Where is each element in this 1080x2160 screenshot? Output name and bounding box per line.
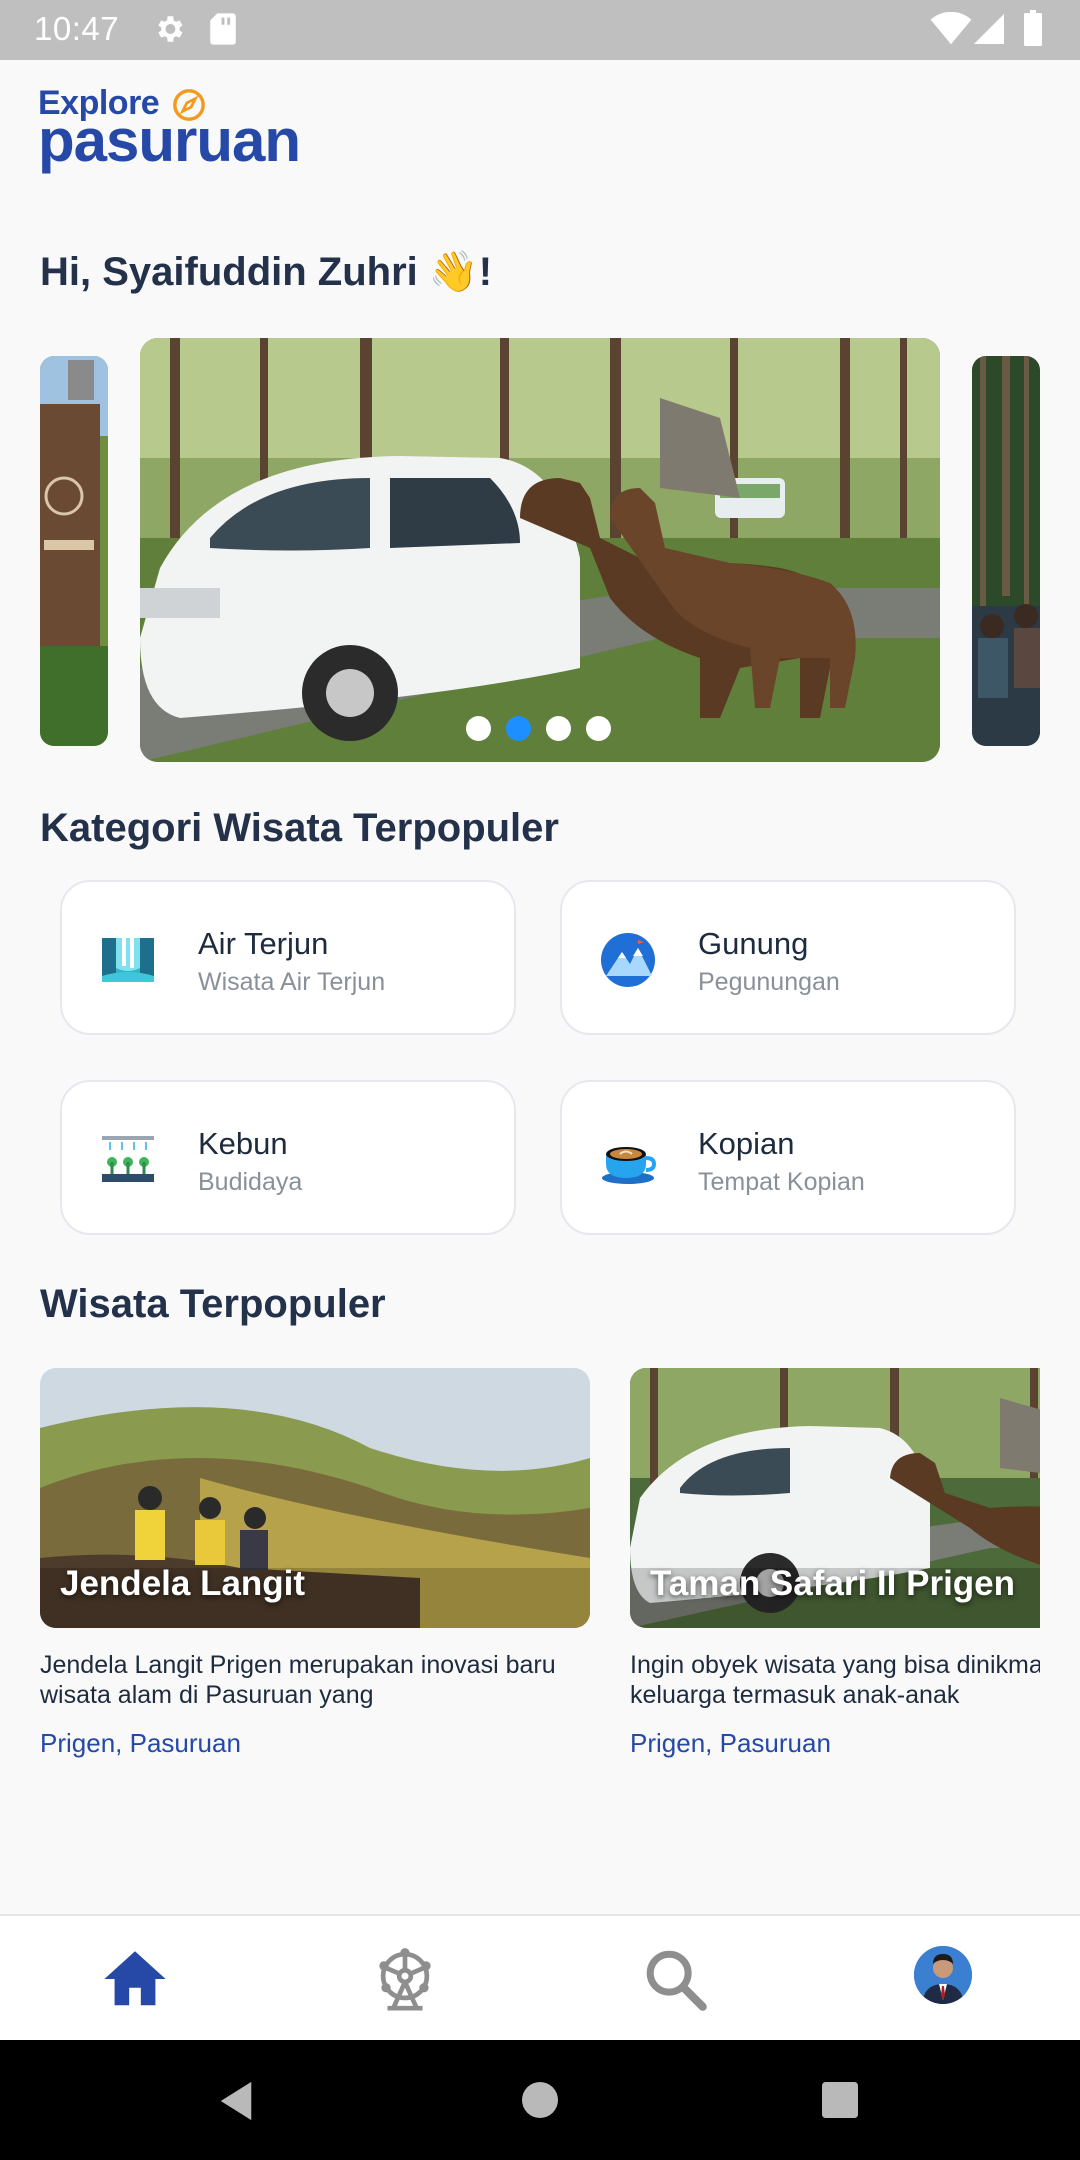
search-icon[interactable]	[640, 1944, 710, 2014]
battery-icon	[1024, 10, 1042, 46]
carousel-dot-4[interactable]	[586, 716, 611, 741]
category-title: Gunung	[698, 926, 809, 961]
home-circle-icon[interactable]	[522, 2082, 558, 2118]
ferris-wheel-icon[interactable]	[370, 1944, 440, 2014]
recents-icon[interactable]	[822, 2082, 858, 2118]
home-icon[interactable]	[100, 1944, 170, 2014]
status-bar: 10:47	[0, 0, 1080, 60]
carousel-image-next	[972, 356, 1040, 746]
category-card-gunung[interactable]: Gunung Pegunungan	[560, 880, 1016, 1035]
category-subtitle: Pegunungan	[698, 968, 840, 996]
category-card-kopian[interactable]: Kopian Tempat Kopian	[560, 1080, 1016, 1235]
popular-image: Jendela Langit	[40, 1368, 590, 1628]
category-card-air-terjun[interactable]: Air Terjun Wisata Air Terjun	[60, 880, 516, 1035]
system-navigation-bar	[0, 2040, 1080, 2160]
popular-location: Prigen, Pasuruan	[630, 1728, 831, 1758]
logo-pasuruan-text: pasuruan	[38, 107, 301, 174]
bottom-navigation	[0, 1914, 1080, 2042]
categories-section-title: Kategori Wisata Terpopuler	[40, 806, 559, 850]
popular-name: Taman Safari II Prigen	[650, 1564, 1016, 1603]
category-card-kebun[interactable]: Kebun Budidaya	[60, 1080, 516, 1235]
greeting-text: Hi, Syaifuddin Zuhri	[40, 250, 429, 294]
status-time: 10:47	[34, 10, 120, 47]
profile-avatar[interactable]	[914, 1946, 972, 2004]
category-subtitle: Wisata Air Terjun	[198, 968, 386, 996]
avatar-image	[914, 1946, 972, 2004]
category-title: Kopian	[698, 1126, 795, 1161]
carousel-dot-1[interactable]	[466, 716, 491, 741]
category-subtitle: Tempat Kopian	[698, 1168, 865, 1196]
popular-name: Jendela Langit	[60, 1564, 306, 1603]
carousel-image-previous	[40, 356, 108, 746]
carousel-slide-current[interactable]	[140, 338, 940, 762]
wifi-icon	[930, 12, 972, 45]
category-title: Kebun	[198, 1126, 288, 1161]
cellular-signal-icon	[974, 14, 1004, 44]
waterfall-icon	[102, 938, 154, 982]
popular-location: Prigen, Pasuruan	[40, 1728, 241, 1758]
waving-hand-emoji: 👋	[428, 249, 479, 295]
settings-gear-icon	[158, 16, 183, 42]
carousel-slide-previous[interactable]	[40, 356, 108, 746]
carousel-dot-2-active[interactable]	[506, 716, 531, 741]
coffee-icon	[602, 1147, 656, 1184]
popular-description: Jendela Langit Prigen merupakan inovasi …	[40, 1651, 556, 1709]
back-icon[interactable]	[216, 2080, 256, 2122]
category-title: Air Terjun	[198, 926, 329, 961]
sd-card-icon	[210, 13, 236, 45]
popular-description: Ingin obyek wisata yang bisa dinikmati s…	[630, 1651, 1040, 1709]
greeting-heading: Hi, Syaifuddin Zuhri 👋!	[40, 248, 492, 295]
greeting-exclamation: !	[478, 250, 493, 294]
mountain-icon	[601, 933, 655, 987]
carousel-dot-3[interactable]	[546, 716, 571, 741]
carousel-image-current	[140, 338, 940, 762]
carousel-slide-next[interactable]	[972, 356, 1040, 746]
popular-image: Taman Safari II Prigen	[630, 1368, 1040, 1628]
popular-section-title: Wisata Terpopuler	[40, 1282, 386, 1326]
garden-icon	[102, 1136, 154, 1182]
category-subtitle: Budidaya	[198, 1168, 303, 1196]
